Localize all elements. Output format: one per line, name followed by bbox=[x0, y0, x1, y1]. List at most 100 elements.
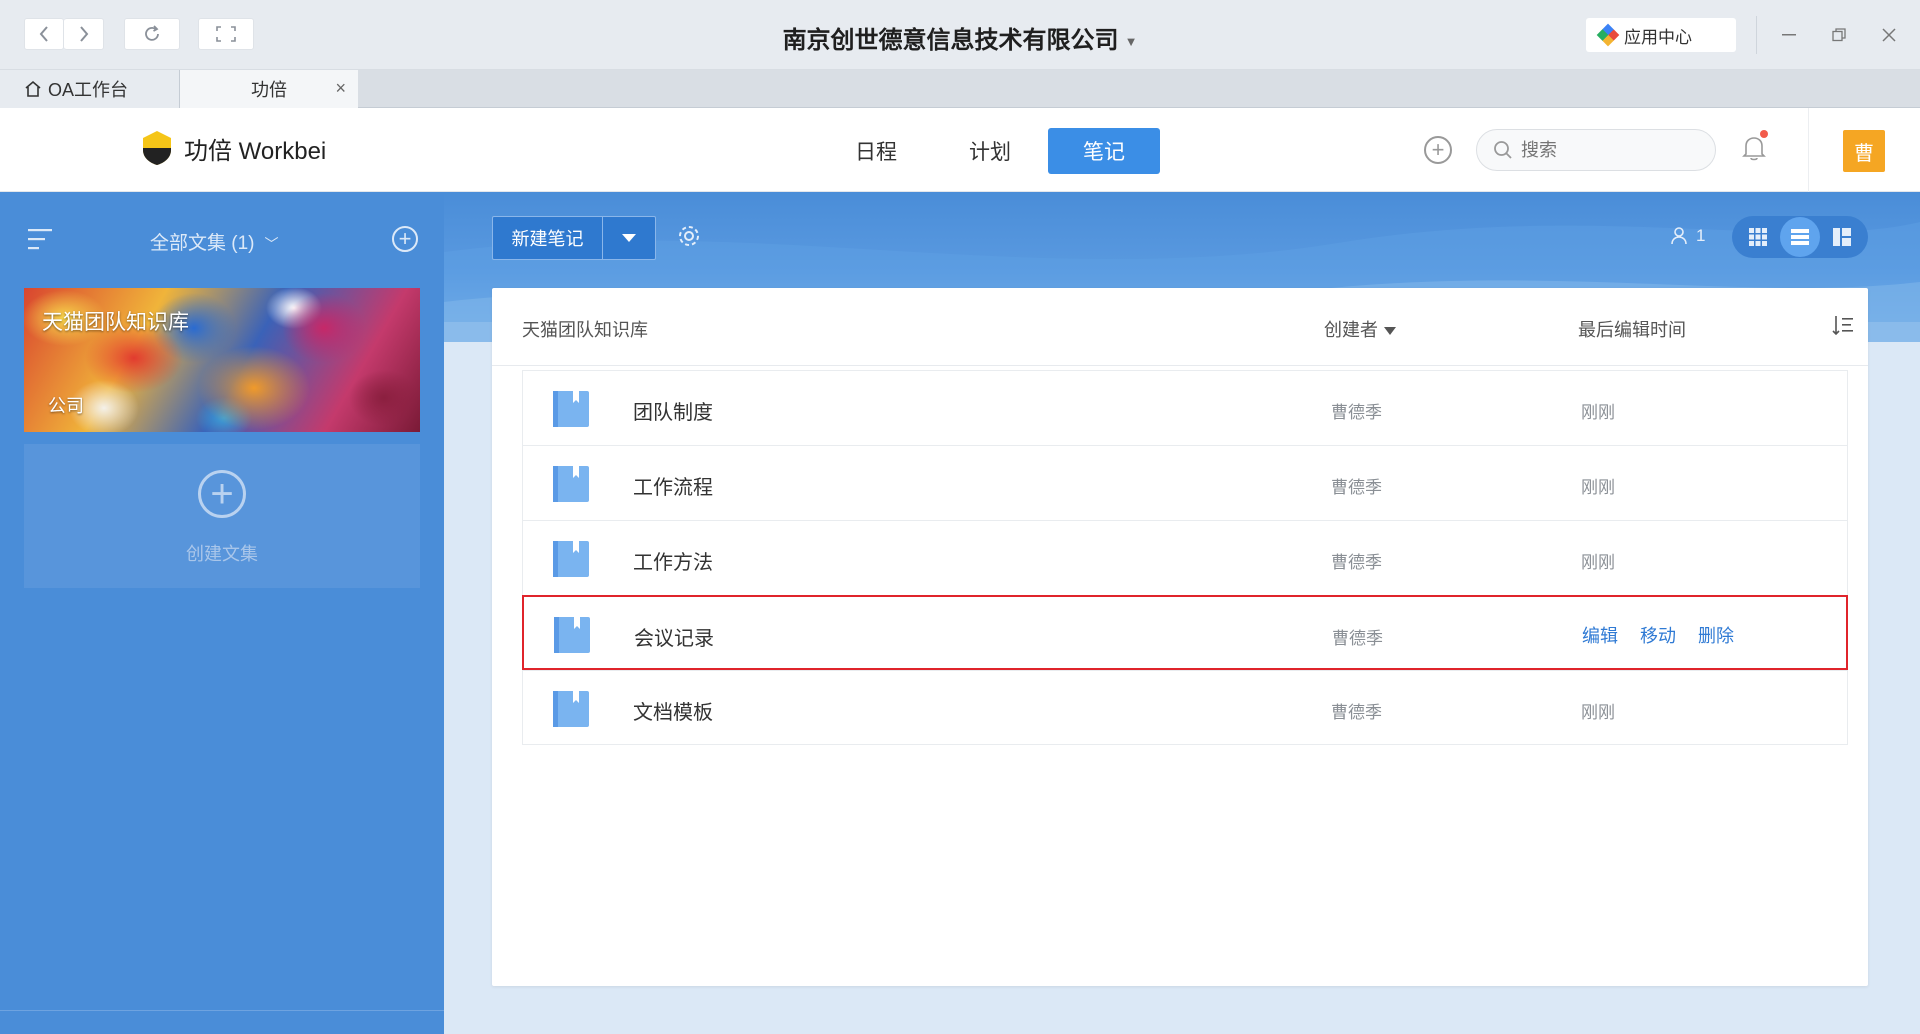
book-icon bbox=[554, 617, 590, 653]
collapse-menu-icon bbox=[28, 229, 52, 250]
note-time: 刚刚 bbox=[1581, 403, 1615, 422]
delete-link[interactable]: 删除 bbox=[1698, 622, 1734, 648]
minimize-icon bbox=[1782, 34, 1796, 36]
home-icon bbox=[25, 80, 41, 97]
collection-name: 天猫团队知识库 bbox=[42, 311, 189, 334]
members-indicator[interactable]: 1 bbox=[1670, 226, 1705, 246]
search-box[interactable] bbox=[1476, 129, 1716, 171]
tab-bar: OA工作台 功倍 × bbox=[0, 70, 1920, 108]
collection-header-name: 天猫团队知识库 bbox=[522, 320, 648, 340]
nav-plan[interactable]: 计划 bbox=[934, 128, 1046, 174]
notification-dot bbox=[1760, 130, 1768, 138]
restore-button[interactable] bbox=[1822, 18, 1856, 52]
window-titlebar: 南京创世德意信息技术有限公司 ▼ 应用中心 bbox=[0, 0, 1920, 70]
tab-oa-workbench[interactable]: OA工作台 bbox=[0, 70, 180, 108]
list-view-button[interactable] bbox=[1780, 217, 1820, 257]
refresh-icon bbox=[145, 25, 159, 41]
sidebar: 全部文集 (1) ﹀ + 天猫团队知识库 公司 + 创建文集 bbox=[0, 192, 444, 1034]
app-center-button[interactable]: 应用中心 bbox=[1586, 18, 1736, 52]
note-title: 工作方法 bbox=[633, 552, 713, 574]
notes-panel: 天猫团队知识库 创建者 最后编辑时间 团队制度 曹德季 刚刚 工作流程 曹德季 bbox=[492, 288, 1868, 986]
caret-down-icon bbox=[622, 234, 636, 242]
list-icon bbox=[1791, 229, 1809, 245]
note-creator: 曹德季 bbox=[1331, 703, 1382, 722]
forward-button[interactable] bbox=[64, 18, 104, 50]
caret-down-icon bbox=[1384, 327, 1396, 336]
sidebar-divider bbox=[0, 1010, 444, 1011]
edit-link[interactable]: 编辑 bbox=[1582, 622, 1618, 648]
company-name: 南京创世德意信息技术有限公司 bbox=[782, 27, 1119, 54]
minimize-button[interactable] bbox=[1772, 18, 1806, 52]
note-creator: 曹德季 bbox=[1331, 478, 1382, 497]
collections-dropdown[interactable]: 全部文集 (1) ﹀ bbox=[150, 228, 279, 255]
collection-card[interactable]: 天猫团队知识库 公司 bbox=[24, 288, 420, 432]
member-count: 1 bbox=[1696, 226, 1706, 245]
new-note-dropdown[interactable] bbox=[603, 217, 655, 259]
book-icon bbox=[553, 391, 589, 427]
grid-view-button[interactable] bbox=[1736, 219, 1780, 255]
main-content: 新建笔记 1 天猫团队知识库 创建者 最后编辑时间 团队制度 曹德季 刚刚 工作… bbox=[444, 192, 1920, 1034]
caret-down-icon: ▼ bbox=[1124, 34, 1138, 50]
logo-text: 功倍 Workbei bbox=[184, 137, 327, 165]
chevron-left-icon bbox=[39, 26, 48, 42]
menu-icon[interactable] bbox=[28, 228, 52, 255]
back-button[interactable] bbox=[24, 18, 64, 50]
note-time: 刚刚 bbox=[1581, 478, 1615, 497]
tab-gongbei[interactable]: 功倍 × bbox=[180, 70, 358, 108]
header-divider bbox=[1808, 108, 1809, 192]
nav-schedule[interactable]: 日程 bbox=[820, 128, 932, 174]
restore-icon bbox=[1832, 28, 1846, 42]
grid-icon bbox=[1749, 228, 1767, 246]
note-title: 工作流程 bbox=[633, 477, 713, 499]
app-logo[interactable]: 功倍 Workbei bbox=[142, 130, 326, 166]
bell-icon bbox=[1742, 137, 1766, 161]
search-input[interactable] bbox=[1521, 139, 1691, 161]
note-creator: 曹德季 bbox=[1331, 403, 1382, 422]
user-avatar[interactable]: 曹 bbox=[1843, 130, 1885, 172]
note-creator: 曹德季 bbox=[1331, 553, 1382, 572]
move-link[interactable]: 移动 bbox=[1640, 622, 1676, 648]
settings-button[interactable] bbox=[676, 223, 702, 254]
note-row[interactable]: 工作方法 曹德季 刚刚 bbox=[522, 520, 1848, 595]
nav-notes[interactable]: 笔记 bbox=[1048, 128, 1160, 174]
shield-logo-icon bbox=[143, 131, 171, 165]
app-window: 南京创世德意信息技术有限公司 ▼ 应用中心 OA工作台 功倍 × 功倍 Work… bbox=[0, 0, 1920, 1034]
search-icon bbox=[1494, 141, 1512, 159]
fullscreen-icon bbox=[216, 26, 236, 42]
new-note-group: 新建笔记 bbox=[492, 216, 656, 260]
note-time: 刚刚 bbox=[1581, 703, 1615, 722]
book-icon bbox=[553, 691, 589, 727]
note-row[interactable]: 文档模板 曹德季 刚刚 bbox=[522, 670, 1848, 745]
row-actions: 编辑 移动 删除 bbox=[1582, 622, 1734, 648]
user-icon bbox=[1671, 227, 1687, 245]
chevron-right-icon bbox=[79, 26, 88, 42]
add-icon[interactable]: + bbox=[1424, 136, 1452, 164]
note-row-highlighted[interactable]: 会议记录 曹德季 编辑 移动 删除 bbox=[522, 595, 1848, 670]
notes-table-header: 天猫团队知识库 创建者 最后编辑时间 bbox=[492, 288, 1868, 366]
sort-button[interactable] bbox=[1832, 314, 1854, 341]
add-collection-icon[interactable]: + bbox=[392, 226, 418, 252]
gear-icon bbox=[679, 226, 699, 246]
creator-header: 创建者 bbox=[1324, 320, 1378, 340]
last-edited-header: 最后编辑时间 bbox=[1578, 320, 1686, 340]
notification-button[interactable] bbox=[1742, 130, 1768, 167]
split-view-button[interactable] bbox=[1820, 219, 1864, 255]
titlebar-divider bbox=[1756, 16, 1757, 54]
book-icon bbox=[553, 541, 589, 577]
create-collection-button[interactable]: + 创建文集 bbox=[24, 444, 420, 588]
note-row[interactable]: 工作流程 曹德季 刚刚 bbox=[522, 445, 1848, 520]
notes-list: 团队制度 曹德季 刚刚 工作流程 曹德季 刚刚 工作方法 曹德季 刚刚 会议记录… bbox=[522, 370, 1848, 745]
refresh-button[interactable] bbox=[124, 18, 180, 50]
sort-icon bbox=[1832, 316, 1853, 336]
note-creator: 曹德季 bbox=[1332, 629, 1383, 648]
close-icon bbox=[1882, 28, 1896, 42]
note-title: 团队制度 bbox=[633, 402, 713, 424]
close-tab-icon[interactable]: × bbox=[335, 78, 346, 99]
new-note-button[interactable]: 新建笔记 bbox=[493, 217, 603, 259]
note-row[interactable]: 团队制度 曹德季 刚刚 bbox=[522, 370, 1848, 445]
note-title: 文档模板 bbox=[633, 702, 713, 724]
fullscreen-button[interactable] bbox=[198, 18, 254, 50]
tab-label: 功倍 bbox=[251, 80, 287, 100]
creator-filter[interactable]: 创建者 bbox=[1324, 316, 1396, 342]
close-window-button[interactable] bbox=[1872, 18, 1906, 52]
